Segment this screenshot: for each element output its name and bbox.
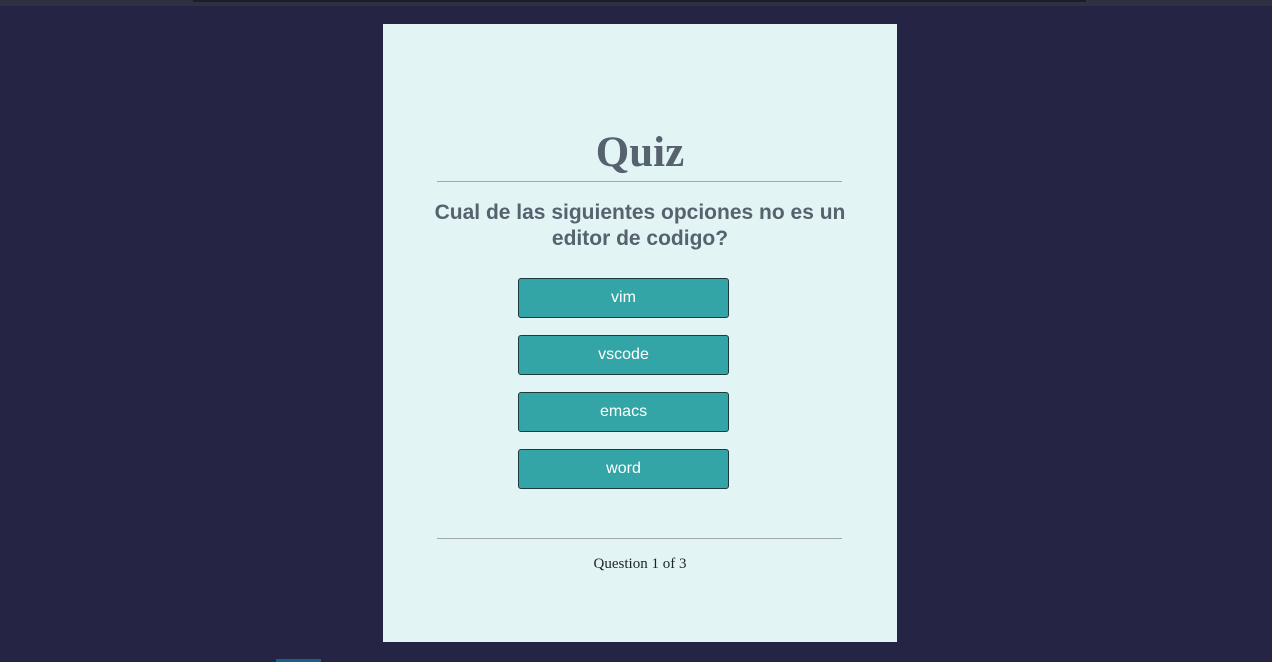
question-text: Cual de las siguientes opciones no es un… <box>434 201 846 250</box>
answer-option-vim[interactable]: vim <box>518 278 729 318</box>
quiz-title: Quiz <box>595 129 685 176</box>
browser-top-bar <box>0 0 1272 6</box>
quiz-card: Quiz Cual de las siguientes opciones no … <box>383 24 897 642</box>
answer-option-vscode[interactable]: vscode <box>518 335 729 375</box>
answer-option-emacs[interactable]: emacs <box>518 392 729 432</box>
answer-options: vim vscode emacs word <box>518 278 729 506</box>
browser-top-bar-strip <box>193 0 1086 2</box>
footer-divider <box>437 538 842 539</box>
answer-option-word[interactable]: word <box>518 449 729 489</box>
question-progress: Question 1 of 3 <box>593 556 687 572</box>
title-divider <box>437 181 842 182</box>
